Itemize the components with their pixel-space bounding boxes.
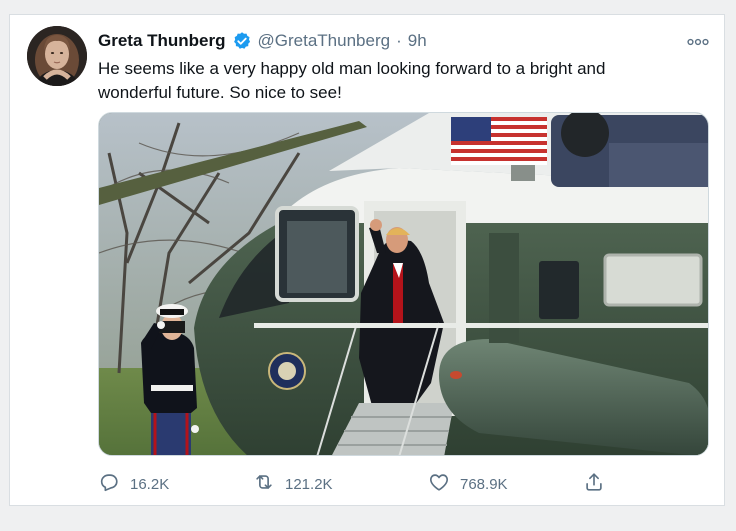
avatar[interactable] [27, 26, 87, 86]
retweet-count: 121.2K [285, 475, 333, 493]
separator-dot: · [396, 31, 402, 50]
timestamp[interactable]: 9h [408, 30, 427, 52]
tweet-photo[interactable] [98, 112, 709, 456]
more-icon[interactable] [687, 34, 709, 46]
reply-icon[interactable] [98, 471, 120, 497]
share-button[interactable] [583, 471, 605, 497]
retweet-icon[interactable] [253, 471, 275, 497]
like-button[interactable]: 768.9K [428, 471, 583, 497]
handle[interactable]: @GretaThunberg [258, 30, 391, 52]
verified-badge-icon [232, 31, 252, 51]
like-count: 768.9K [460, 475, 508, 493]
reply-button[interactable]: 16.2K [98, 471, 253, 497]
helicopter-photo [99, 113, 708, 455]
tweet-actions: 16.2K 121.2K 768.9K [98, 471, 605, 497]
tweet-text: He seems like a very happy old man looki… [98, 59, 606, 102]
share-icon[interactable] [583, 471, 605, 497]
like-icon[interactable] [428, 471, 450, 497]
tweet-card[interactable]: Greta Thunberg @GretaThunberg · 9h He se… [9, 14, 725, 506]
retweet-button[interactable]: 121.2K [253, 471, 428, 497]
display-name[interactable]: Greta Thunberg [98, 30, 226, 52]
tweet-header: Greta Thunberg @GretaThunberg · 9h [98, 30, 427, 52]
avatar-image [27, 26, 87, 86]
reply-count: 16.2K [130, 475, 170, 493]
